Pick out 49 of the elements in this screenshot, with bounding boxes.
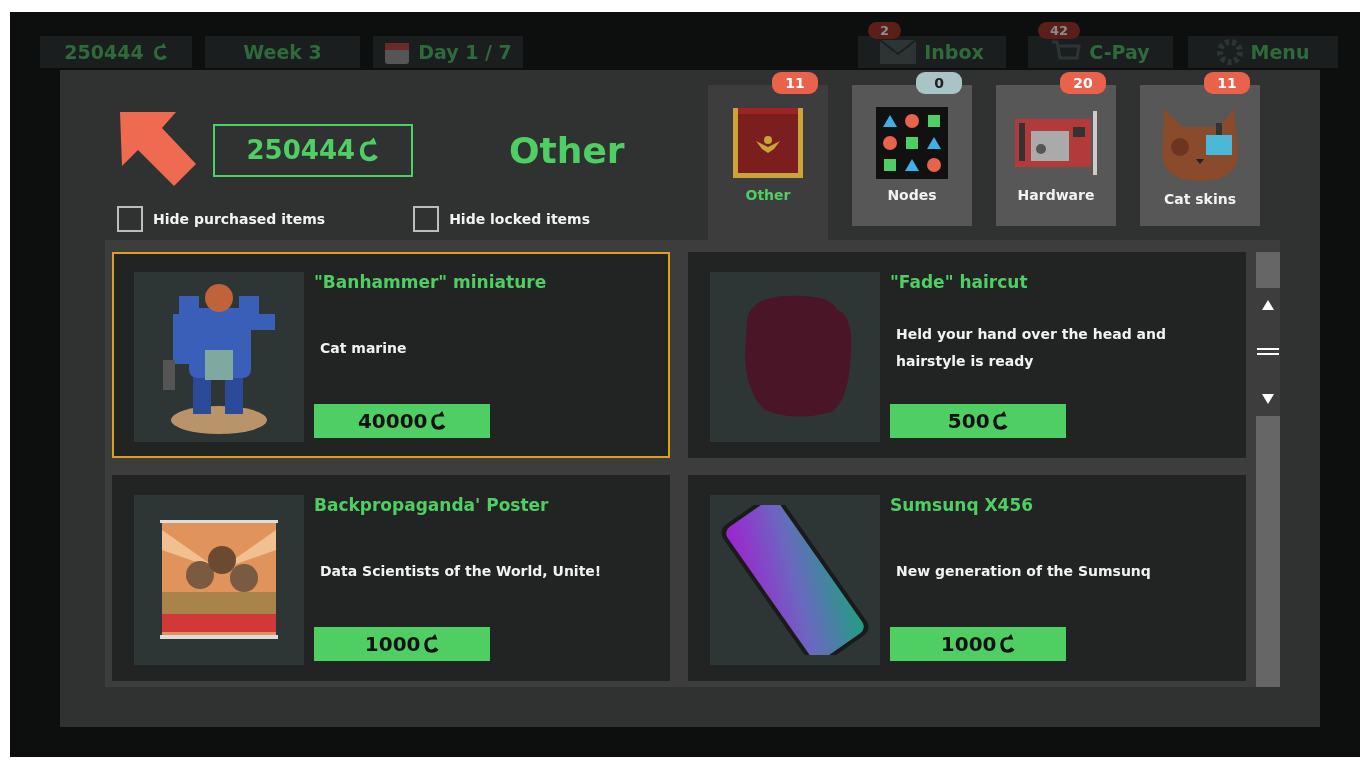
item-description: Data Scientists of the World, Unite! bbox=[320, 561, 603, 581]
checkbox-label: Hide locked items bbox=[449, 211, 590, 227]
cat-coin-icon bbox=[151, 42, 168, 62]
count-badge: 11 bbox=[1204, 72, 1250, 94]
item-card[interactable]: Sumsunq X456 New generation of the Sumsunq 1000 bbox=[688, 475, 1246, 681]
chest-icon bbox=[732, 107, 804, 179]
inbox-label: Inbox bbox=[924, 41, 984, 63]
item-card[interactable]: "Banhammer" miniature Cat marine 40000 bbox=[112, 252, 670, 458]
cat-coin-icon bbox=[990, 410, 1009, 432]
scroll-down-icon[interactable] bbox=[1262, 394, 1274, 404]
item-name: "Fade" haircut bbox=[890, 272, 1029, 292]
price-button[interactable]: 1000 bbox=[890, 627, 1066, 661]
shop-label: C-Pay bbox=[1089, 41, 1150, 63]
item-name: Sumsunq X456 bbox=[890, 495, 1035, 515]
day-text: Day 1 / 7 bbox=[418, 41, 512, 63]
item-description: Cat marine bbox=[320, 338, 408, 358]
checkbox-label: Hide purchased items bbox=[153, 211, 326, 227]
price-button[interactable]: 1000 bbox=[314, 627, 490, 661]
arrow-up-left-icon[interactable] bbox=[120, 112, 196, 188]
count-badge: 0 bbox=[916, 72, 962, 94]
inbox-badge: 2 bbox=[868, 22, 902, 39]
shop-badge: 42 bbox=[1038, 22, 1081, 39]
item-name: Backpropaganda' Poster bbox=[314, 495, 550, 515]
item-name: "Banhammer" miniature bbox=[314, 272, 548, 292]
item-card[interactable]: Backpropaganda' Poster Data Scientists of the World, Unite! 1000 bbox=[112, 475, 670, 681]
item-description: New generation of the Sumsunq bbox=[896, 561, 1152, 581]
scrollbar[interactable] bbox=[1256, 252, 1280, 687]
checkbox[interactable] bbox=[117, 206, 143, 232]
shapes-grid-icon bbox=[876, 107, 948, 179]
checkbox[interactable] bbox=[413, 206, 440, 232]
category-title: Other bbox=[509, 129, 625, 171]
scroll-up-icon[interactable] bbox=[1262, 300, 1274, 310]
count-badge: 20 bbox=[1060, 72, 1106, 94]
week-text: Week 3 bbox=[243, 41, 322, 63]
count-badge: 11 bbox=[772, 72, 818, 94]
item-card[interactable]: "Fade" haircut Held your hand over the head and hairstyle is ready 500 bbox=[688, 252, 1246, 458]
cat-coin-icon bbox=[428, 410, 447, 432]
price-button[interactable]: 40000 bbox=[314, 404, 490, 438]
price-button[interactable]: 500 bbox=[890, 404, 1066, 438]
scroll-thumb[interactable] bbox=[1256, 288, 1280, 416]
cat-coin-icon bbox=[997, 633, 1016, 655]
menu-label: Menu bbox=[1250, 41, 1310, 63]
cat-coin-icon bbox=[421, 633, 440, 655]
cat-coin-icon bbox=[357, 136, 380, 164]
item-description: Held your hand over the head and hairstyle is ready bbox=[896, 325, 1167, 371]
money-text: 250444 bbox=[64, 41, 144, 63]
envelope-icon bbox=[880, 40, 917, 64]
grip-icon bbox=[1257, 348, 1279, 356]
balance-text: 250444 bbox=[246, 135, 356, 165]
